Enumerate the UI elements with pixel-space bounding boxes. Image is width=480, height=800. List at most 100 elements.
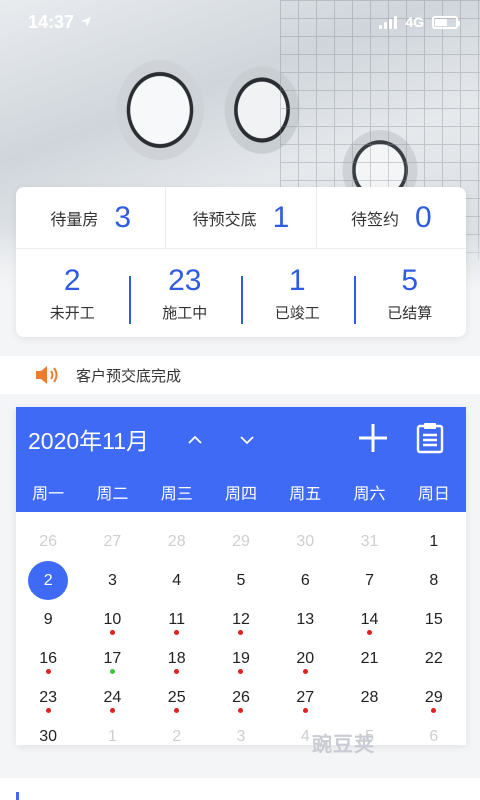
calendar-day-number: 3 bbox=[236, 727, 246, 745]
calendar-day[interactable]: 19 bbox=[209, 639, 273, 678]
calendar-day-number: 5 bbox=[236, 571, 246, 589]
calendar-day[interactable]: 29 bbox=[402, 678, 466, 717]
stat-label: 待签约 bbox=[350, 211, 399, 229]
stat-pending-pre-briefing[interactable]: 待预交底 1 bbox=[165, 187, 315, 248]
calendar-day[interactable]: 10 bbox=[80, 600, 144, 639]
watermark-logo: 豌豆荚 bbox=[312, 734, 375, 756]
calendar-day-number: 1 bbox=[429, 532, 439, 550]
stat-in-construction[interactable]: 23 施工中 bbox=[128, 264, 242, 324]
calendar-day-number: 6 bbox=[300, 571, 310, 589]
signal-icon bbox=[379, 15, 398, 29]
weekday-label: 周二 bbox=[96, 485, 129, 503]
event-dot-red bbox=[109, 708, 115, 713]
calendar-day[interactable]: 29 bbox=[209, 522, 273, 561]
stat-completed[interactable]: 1 已竣工 bbox=[241, 263, 354, 324]
calendar-day-number: 1 bbox=[107, 727, 117, 745]
stat-not-started[interactable]: 2 未开工 bbox=[16, 264, 129, 323]
calendar-day-number: 29 bbox=[232, 532, 250, 550]
calendar-day-number: 9 bbox=[43, 610, 53, 628]
calendar-day-number: 28 bbox=[360, 688, 379, 706]
calendar-day[interactable]: 13 bbox=[273, 600, 337, 639]
calendar-day[interactable]: 18 bbox=[145, 639, 209, 678]
weekday-label: 周日 bbox=[417, 485, 450, 503]
calendar-day[interactable]: 23 bbox=[16, 678, 80, 717]
calendar-day[interactable]: 2 bbox=[145, 717, 209, 745]
calendar-day[interactable]: 27 bbox=[80, 522, 144, 561]
network-type: 4G bbox=[405, 14, 424, 30]
calendar-day-number: 8 bbox=[429, 571, 439, 589]
chevron-down-icon[interactable] bbox=[240, 433, 254, 447]
stat-value: 1 bbox=[288, 263, 306, 297]
weekday-label: 周一 bbox=[32, 485, 65, 503]
stats-top-row: 待量房 3 待预交底 1 待签约 0 bbox=[16, 187, 466, 249]
speaker-icon bbox=[36, 366, 58, 384]
calendar-day[interactable]: 30 bbox=[273, 522, 337, 561]
calendar-weekday-row: 周一 周二 周三 周四 周五 周六 周日 bbox=[16, 471, 466, 512]
calendar-day[interactable]: 22 bbox=[402, 639, 466, 678]
calendar-day[interactable]: 21 bbox=[337, 639, 401, 678]
calendar-day[interactable]: 11 bbox=[145, 600, 209, 639]
add-icon[interactable] bbox=[358, 423, 388, 453]
calendar-day[interactable]: 26 bbox=[209, 678, 273, 717]
calendar-day[interactable]: 30 bbox=[16, 717, 80, 745]
event-dot-red bbox=[109, 630, 115, 635]
stat-value: 0 bbox=[414, 200, 432, 234]
calendar-week-row: 30 1 2 3 4 5 6 bbox=[16, 717, 466, 745]
calendar-day[interactable]: 31 bbox=[337, 522, 401, 561]
calendar-day[interactable]: 6 bbox=[402, 717, 466, 745]
event-dot-green bbox=[109, 669, 115, 674]
calendar-day-selected[interactable]: 2 bbox=[16, 561, 80, 600]
calendar-day[interactable]: 28 bbox=[337, 678, 401, 717]
calendar-day[interactable]: 9 bbox=[16, 600, 80, 639]
calendar-day[interactable]: 5 bbox=[209, 561, 273, 600]
calendar-day[interactable]: 6 bbox=[273, 561, 337, 600]
calendar-day[interactable]: 7 bbox=[337, 561, 401, 600]
announcement-bar[interactable]: 客户预交底完成 bbox=[0, 356, 480, 394]
calendar-day-number: 7 bbox=[365, 571, 374, 589]
calendar-day-number: 4 bbox=[172, 571, 182, 589]
weekday-label: 周五 bbox=[289, 485, 322, 503]
calendar-week-row: 26 27 28 29 30 31 1 bbox=[16, 522, 466, 561]
weekday-label: 周三 bbox=[160, 485, 193, 503]
calendar-week-row: 2 3 4 5 6 7 8 bbox=[16, 561, 466, 600]
calendar-day[interactable]: 1 bbox=[80, 717, 144, 745]
calendar-day[interactable]: 8 bbox=[402, 561, 466, 600]
calendar-day[interactable]: 27 bbox=[273, 678, 337, 717]
stat-settled[interactable]: 5 已结算 bbox=[353, 264, 467, 324]
stat-label: 施工中 bbox=[162, 304, 208, 322]
calendar-day-number: 22 bbox=[424, 649, 443, 667]
calendar-day[interactable]: 14 bbox=[337, 600, 401, 639]
calendar-day[interactable]: 15 bbox=[402, 600, 466, 639]
stat-label: 待预交底 bbox=[192, 211, 257, 229]
calendar-day[interactable]: 4 bbox=[145, 561, 209, 600]
calendar-day[interactable]: 12 bbox=[209, 600, 273, 639]
stat-label: 已竣工 bbox=[274, 304, 320, 322]
stat-pending-measure[interactable]: 待量房 3 bbox=[16, 187, 165, 248]
calendar-grid: 26 27 28 29 30 31 1 2 3 4 5 6 7 8 9 10 11 12 13 14 15 16 17 18 1… bbox=[16, 512, 466, 745]
calendar-day[interactable]: 28 bbox=[145, 522, 209, 561]
chevron-up-icon[interactable] bbox=[188, 433, 202, 447]
stat-value: 1 bbox=[272, 200, 290, 234]
status-time: 14:37 bbox=[28, 11, 75, 32]
stat-value: 3 bbox=[114, 200, 132, 234]
calendar-day[interactable]: 17 bbox=[80, 639, 144, 678]
calendar-day[interactable]: 24 bbox=[80, 678, 144, 717]
calendar-month-label: 2020年11月 bbox=[28, 428, 150, 454]
battery-icon bbox=[432, 15, 460, 29]
stat-label: 未开工 bbox=[49, 304, 95, 322]
stats-bottom-row: 2 未开工 23 施工中 1 已竣工 5 已结算 bbox=[16, 249, 466, 337]
calendar-day[interactable]: 3 bbox=[80, 561, 144, 600]
stat-pending-contract[interactable]: 待签约 0 bbox=[315, 187, 466, 248]
calendar-day[interactable]: 1 bbox=[402, 522, 466, 561]
calendar-day[interactable]: 25 bbox=[145, 678, 209, 717]
event-dot-red bbox=[302, 708, 308, 713]
stat-value: 2 bbox=[63, 263, 81, 297]
clipboard-icon[interactable] bbox=[416, 422, 444, 454]
weekday-label: 周四 bbox=[224, 485, 257, 503]
calendar-day[interactable]: 3 bbox=[209, 717, 273, 745]
calendar-day[interactable]: 20 bbox=[273, 639, 337, 678]
calendar-day[interactable]: 26 bbox=[16, 522, 80, 561]
calendar-day-number: 15 bbox=[424, 610, 443, 628]
calendar-day[interactable]: 16 bbox=[16, 639, 80, 678]
section-marker bbox=[16, 792, 19, 800]
